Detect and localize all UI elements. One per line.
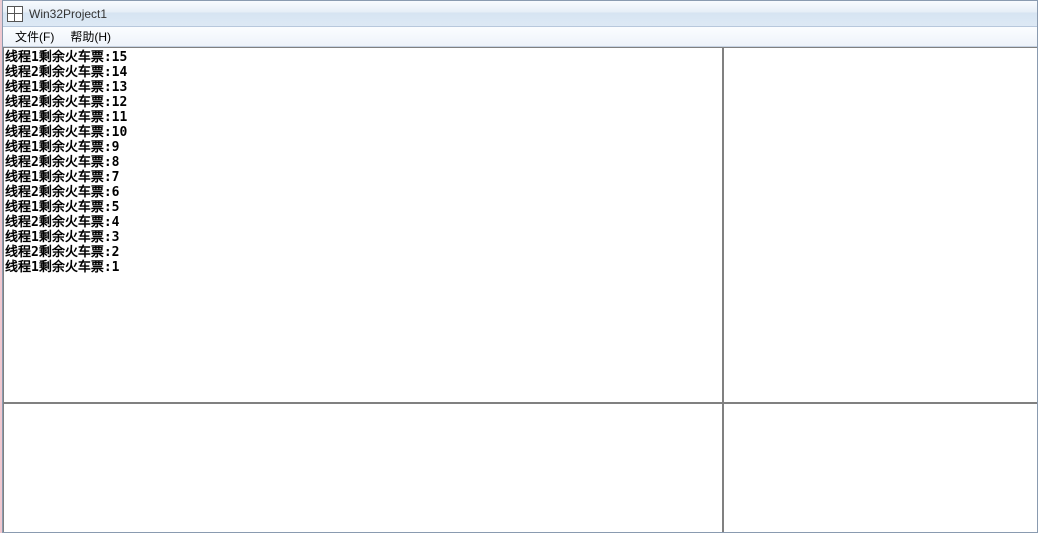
menu-bar: 文件(F) 帮助(H) <box>3 27 1037 47</box>
output-line: 线程2剩余火车票:8 <box>4 155 722 170</box>
window-title: Win32Project1 <box>29 7 107 21</box>
pane-top-right <box>723 47 1037 403</box>
pane-bottom-left <box>3 403 723 532</box>
output-line: 线程1剩余火车票:5 <box>4 200 722 215</box>
client-area: 线程1剩余火车票:15 线程2剩余火车票:14 线程1剩余火车票:13 线程2剩… <box>3 47 1037 532</box>
output-line: 线程1剩余火车票:13 <box>4 80 722 95</box>
menu-file[interactable]: 文件(F) <box>7 26 62 47</box>
output-line: 线程1剩余火车票:1 <box>4 260 722 275</box>
main-window: Win32Project1 文件(F) 帮助(H) 线程1剩余火车票:15 线程… <box>2 0 1038 533</box>
pane-bottom-right <box>723 403 1037 532</box>
output-line: 线程2剩余火车票:4 <box>4 215 722 230</box>
output-line: 线程2剩余火车票:2 <box>4 245 722 260</box>
output-line: 线程1剩余火车票:9 <box>4 140 722 155</box>
app-icon <box>7 6 23 22</box>
output-line: 线程2剩余火车票:14 <box>4 65 722 80</box>
output-line: 线程2剩余火车票:6 <box>4 185 722 200</box>
output-line: 线程1剩余火车票:15 <box>4 50 722 65</box>
output-pane: 线程1剩余火车票:15 线程2剩余火车票:14 线程1剩余火车票:13 线程2剩… <box>3 47 723 403</box>
menu-help[interactable]: 帮助(H) <box>62 26 119 47</box>
output-line: 线程2剩余火车票:12 <box>4 95 722 110</box>
output-line: 线程2剩余火车票:10 <box>4 125 722 140</box>
output-line: 线程1剩余火车票:11 <box>4 110 722 125</box>
output-line: 线程1剩余火车票:7 <box>4 170 722 185</box>
output-line: 线程1剩余火车票:3 <box>4 230 722 245</box>
title-bar[interactable]: Win32Project1 <box>3 1 1037 27</box>
